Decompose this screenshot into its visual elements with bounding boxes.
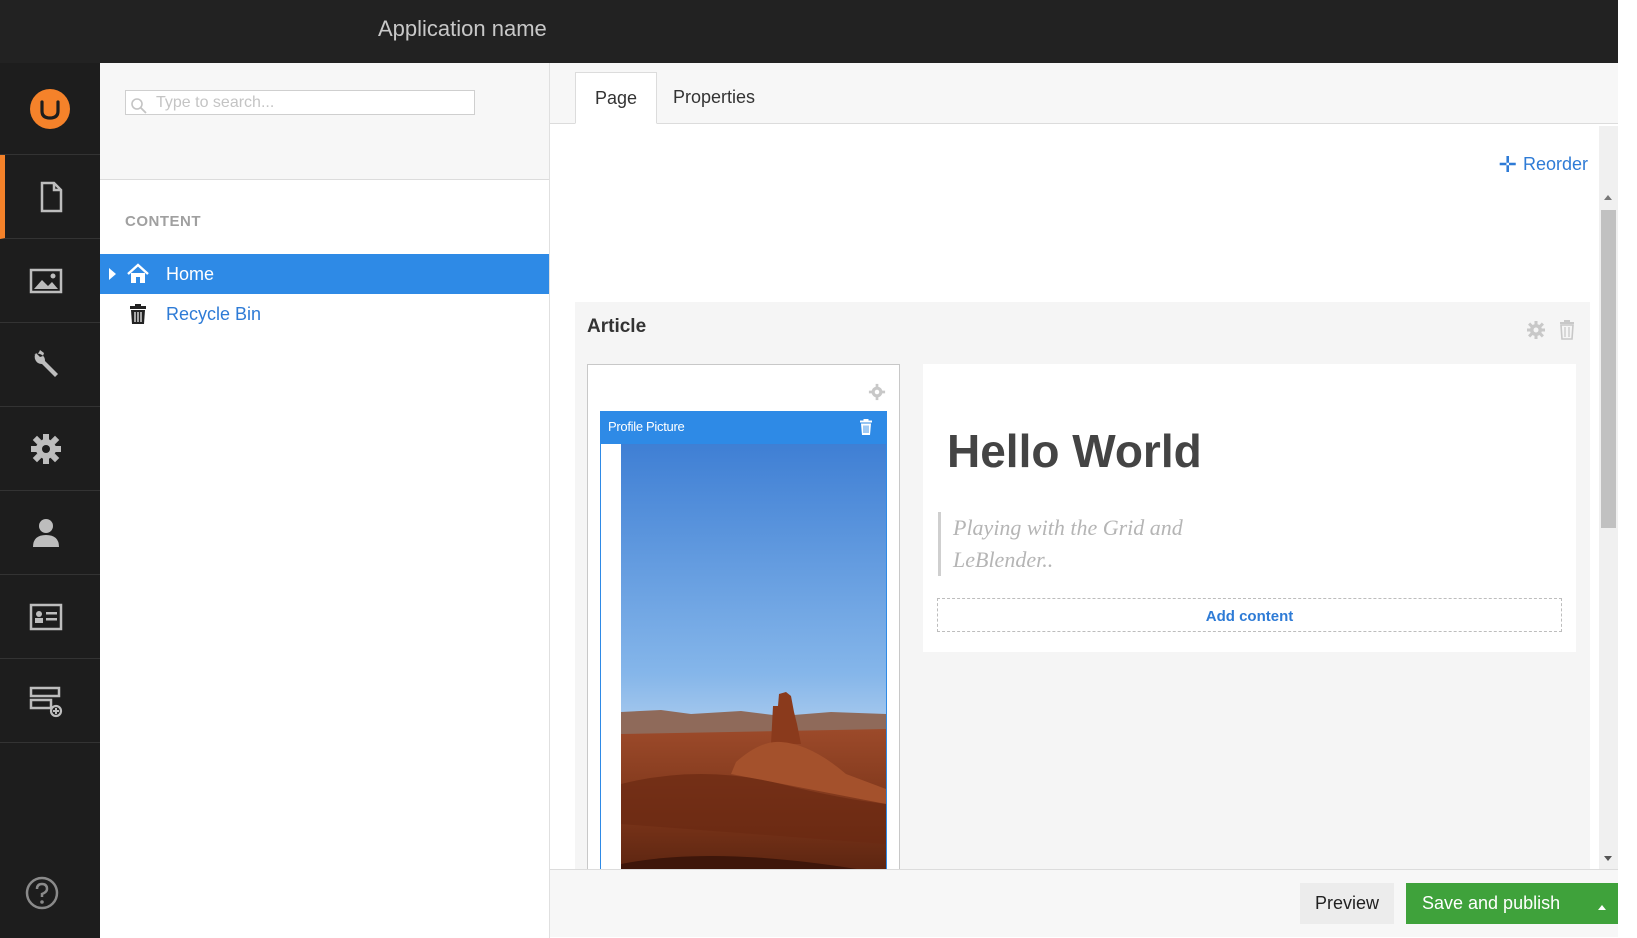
app-title: Application name <box>378 16 547 41</box>
expand-caret-icon[interactable] <box>109 268 116 280</box>
editor-tabs: Page Properties <box>550 63 1618 124</box>
tab-properties[interactable]: Properties <box>654 72 774 124</box>
nav-item-members[interactable] <box>0 575 100 659</box>
nav-item-forms[interactable] <box>0 659 100 743</box>
scroll-down-arrow-icon[interactable] <box>1604 856 1612 861</box>
content-tree-panel: CONTENT Home Recycle Bin <box>100 63 550 938</box>
tree-section-label: CONTENT <box>125 213 201 230</box>
grid-row-actions <box>1518 320 1576 345</box>
save-options-button[interactable] <box>1586 883 1618 924</box>
grid-cell-left[interactable]: Profile Picture <box>587 364 900 869</box>
profile-picture-widget-header[interactable]: Profile Picture <box>600 411 887 444</box>
user-icon <box>33 519 59 547</box>
form-add-icon <box>29 686 63 718</box>
editor-scrollbar[interactable] <box>1599 126 1618 869</box>
nav-item-content[interactable] <box>0 155 100 239</box>
editor-footer: Preview Save and publish <box>550 869 1618 937</box>
add-content-button[interactable]: Add content <box>937 598 1562 632</box>
tab-page[interactable]: Page <box>575 72 658 124</box>
trash-icon[interactable] <box>859 419 873 435</box>
tree-search-area <box>100 63 549 180</box>
trash-icon <box>130 304 146 324</box>
content-editor: Page Properties ✛ Reorder Article Profil… <box>550 63 1618 938</box>
save-and-publish-button[interactable]: Save and publish <box>1406 883 1586 924</box>
content-quote[interactable]: Playing with the Grid and LeBlender.. <box>938 512 1218 576</box>
section-nav <box>0 63 100 938</box>
content-heading[interactable]: Hello World <box>947 424 1202 478</box>
tree-item-label: Home <box>166 264 215 284</box>
search-icon <box>131 98 147 114</box>
help-button[interactable] <box>24 875 60 916</box>
grid-cell-right[interactable]: Hello World Playing with the Grid and Le… <box>923 364 1576 652</box>
preview-button[interactable]: Preview <box>1300 883 1394 924</box>
gear-icon <box>31 434 61 464</box>
scrollbar-thumb[interactable] <box>1601 210 1616 528</box>
home-icon <box>127 263 149 283</box>
nav-item-developer[interactable] <box>0 407 100 491</box>
row-delete-icon[interactable] <box>1558 320 1576 340</box>
member-card-icon <box>29 603 63 631</box>
nav-item-media[interactable] <box>0 239 100 323</box>
scroll-up-arrow-icon[interactable] <box>1604 195 1612 200</box>
tree-item-label: Recycle Bin <box>166 304 262 324</box>
grid-row-title: Article <box>587 316 647 337</box>
logo-area <box>0 63 100 155</box>
widget-label: Profile Picture <box>608 419 685 434</box>
top-bar: Application name <box>0 0 1637 63</box>
cell-settings-icon[interactable] <box>868 383 886 401</box>
tree-item-home[interactable]: Home <box>100 254 549 294</box>
editor-content-area: ✛ Reorder Article Profile Picture Hello … <box>550 124 1618 869</box>
tree-item-recycle-bin[interactable]: Recycle Bin <box>100 294 549 334</box>
umbraco-logo-icon[interactable] <box>30 89 70 129</box>
reorder-label: Reorder <box>1522 154 1588 174</box>
search-input[interactable] <box>156 93 466 112</box>
nav-item-users[interactable] <box>0 491 100 575</box>
help-icon <box>25 876 59 910</box>
move-icon: ✛ <box>1498 152 1517 177</box>
caret-up-icon <box>1598 905 1606 910</box>
document-icon <box>40 181 63 213</box>
profile-picture-frame <box>600 444 887 869</box>
nav-item-settings[interactable] <box>0 323 100 407</box>
image-icon <box>29 268 63 294</box>
row-settings-icon[interactable] <box>1526 320 1546 340</box>
wrench-icon <box>34 350 58 377</box>
desert-butte-photo <box>621 444 886 869</box>
reorder-button[interactable]: ✛ Reorder <box>1499 152 1588 178</box>
grid-row-article: Article Profile Picture Hello World Play… <box>575 302 1590 869</box>
search-box[interactable] <box>125 90 475 115</box>
topbar-gap <box>1618 0 1637 63</box>
